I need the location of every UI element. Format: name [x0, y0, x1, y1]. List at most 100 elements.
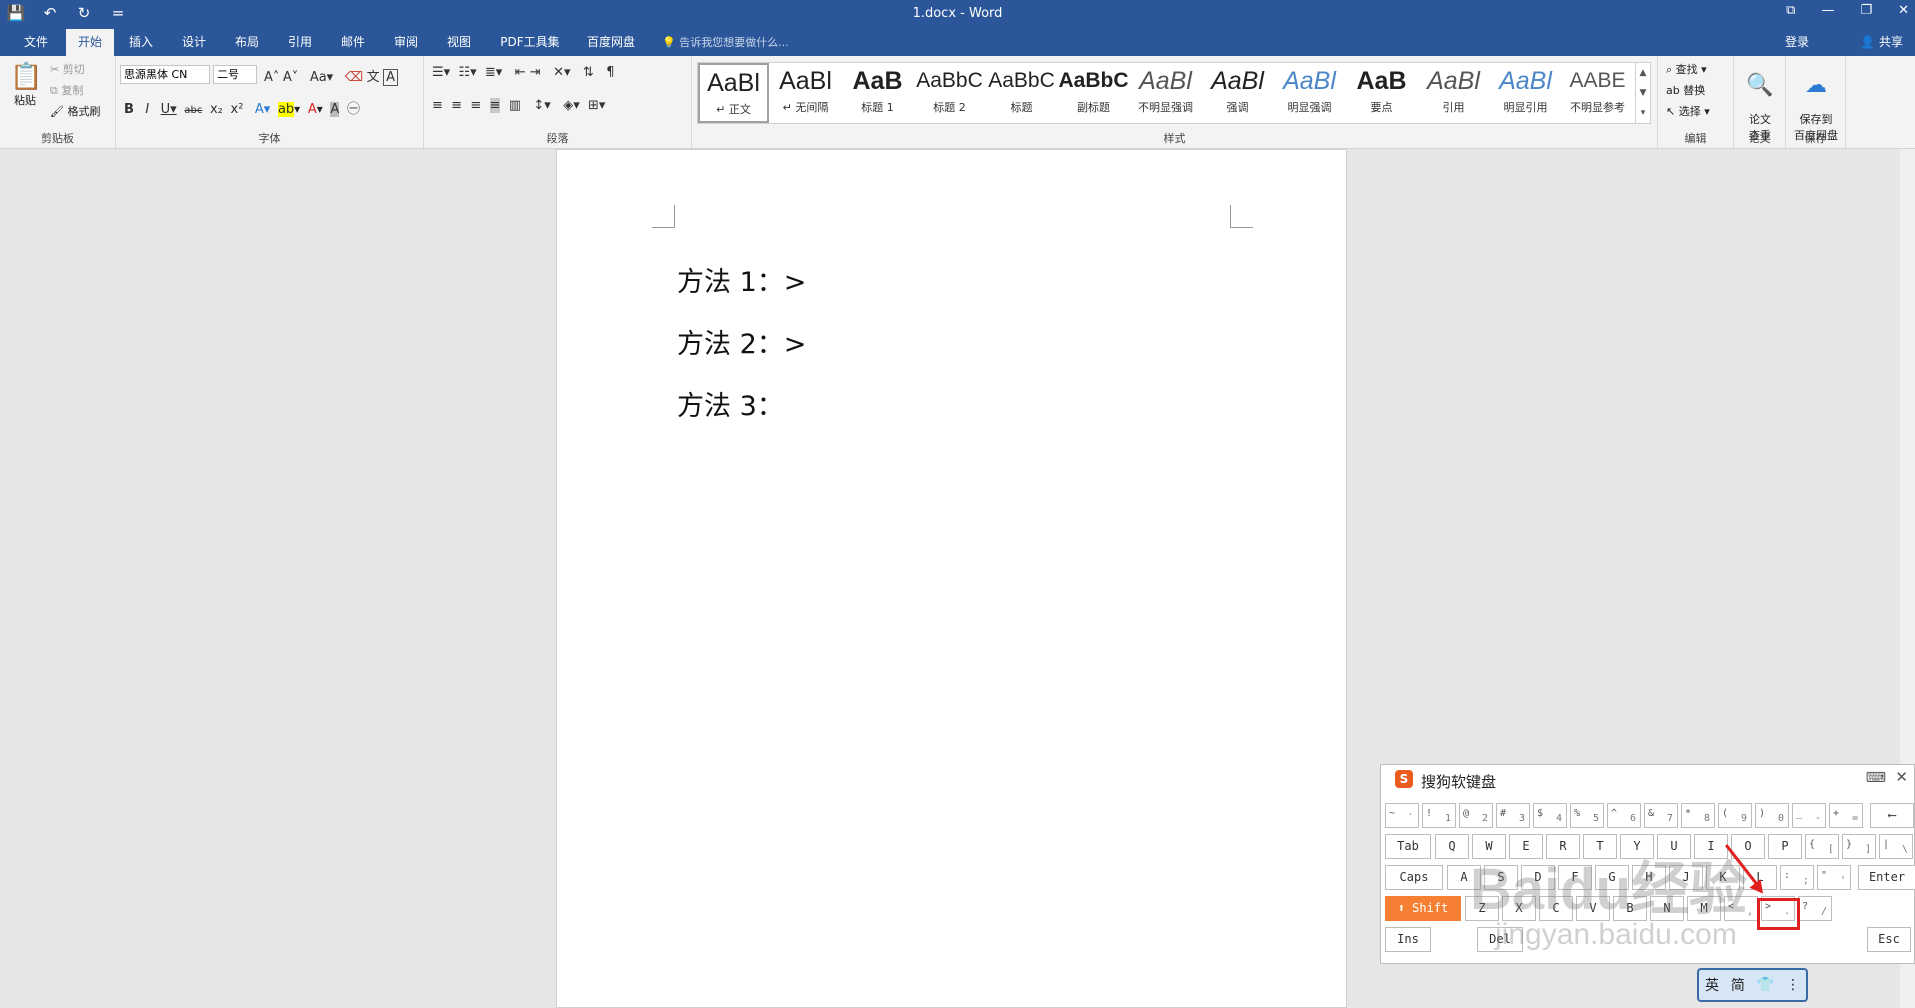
- sort-icon[interactable]: ⇅: [583, 65, 594, 80]
- tell-me-search[interactable]: 💡 告诉我您想要做什么...: [662, 29, 789, 56]
- style-subtle-emphasis[interactable]: AaBl 不明显强调: [1130, 63, 1201, 123]
- tab-design[interactable]: 设计: [170, 29, 218, 56]
- minimize-icon[interactable]: —: [1821, 3, 1834, 18]
- grow-font-icon[interactable]: A˄: [264, 70, 279, 85]
- key-10[interactable]: (9: [1718, 803, 1752, 828]
- share-button[interactable]: 👤 共享: [1860, 29, 1903, 56]
- phonetic-guide-icon[interactable]: 文: [367, 66, 380, 85]
- paste-button[interactable]: 📋 粘贴: [10, 62, 42, 108]
- font-size-combo[interactable]: 二号: [213, 65, 257, 84]
- style-strong[interactable]: AaB 要点: [1346, 63, 1417, 123]
- ribbon-display-icon[interactable]: ⧉: [1786, 3, 1795, 18]
- key-angle-2[interactable]: ? /: [1798, 896, 1832, 921]
- key-enter[interactable]: Enter: [1858, 865, 1915, 890]
- char-shading-icon[interactable]: A: [330, 102, 340, 117]
- align-right-icon[interactable]: ≡: [470, 98, 481, 113]
- close-icon[interactable]: ✕: [1898, 3, 1909, 18]
- key-4[interactable]: #3: [1496, 803, 1530, 828]
- show-marks-icon[interactable]: ¶: [606, 65, 614, 80]
- style-heading-1[interactable]: AaB 标题 1: [842, 63, 913, 123]
- bold-icon[interactable]: B: [124, 102, 134, 117]
- underline-icon[interactable]: U▾: [161, 102, 177, 117]
- shading-icon[interactable]: ◈▾: [563, 98, 580, 113]
- style-emphasis[interactable]: AaBl 强调: [1202, 63, 1273, 123]
- decrease-indent-icon[interactable]: ⇤: [515, 65, 526, 80]
- borders-icon[interactable]: ⊞▾: [588, 98, 605, 113]
- key-p[interactable]: P: [1768, 834, 1802, 859]
- tab-insert[interactable]: 插入: [117, 29, 165, 56]
- key-bracket-1[interactable]: }]: [1842, 834, 1876, 859]
- ime-simplified-toggle[interactable]: 简: [1731, 975, 1745, 995]
- key-1[interactable]: ~ `: [1385, 803, 1419, 828]
- font-name-combo[interactable]: 思源黑体 CN: [120, 65, 210, 84]
- key-8[interactable]: & 7: [1644, 803, 1678, 828]
- key-punct-0[interactable]: :;: [1780, 865, 1814, 890]
- change-case-icon[interactable]: Aa▾: [310, 70, 333, 85]
- key-bracket-0[interactable]: {[: [1805, 834, 1839, 859]
- document-page[interactable]: 方法 1：> 方法 2：> 方法 3：: [556, 149, 1347, 1008]
- shrink-font-icon[interactable]: A˅: [283, 70, 298, 85]
- key-2[interactable]: ! 1: [1422, 803, 1456, 828]
- char-border-icon[interactable]: A: [383, 69, 399, 86]
- style-heading-2[interactable]: AaBbC 标题 2: [914, 63, 985, 123]
- style-no-spacing[interactable]: AaBl ↵ 无间隔: [770, 63, 841, 123]
- highlight-icon[interactable]: ab: [277, 102, 295, 117]
- style-quote[interactable]: AaBl 引用: [1418, 63, 1489, 123]
- tab-review[interactable]: 审阅: [382, 29, 430, 56]
- subscript-icon[interactable]: x₂: [210, 102, 223, 117]
- copy-button[interactable]: ⧉ 复制: [50, 82, 83, 98]
- tab-pdf-tools[interactable]: PDF工具集: [490, 29, 570, 56]
- italic-icon[interactable]: I: [145, 102, 149, 117]
- chinese-layout-icon[interactable]: ✕▾: [553, 65, 570, 80]
- key-punct-1[interactable]: " ': [1817, 865, 1851, 890]
- style-subtitle[interactable]: AaBbC 副标题: [1058, 63, 1129, 123]
- key-5[interactable]: $4: [1533, 803, 1567, 828]
- tab-layout[interactable]: 布局: [223, 29, 271, 56]
- multilevel-list-icon[interactable]: ≣▾: [485, 65, 502, 80]
- find-button[interactable]: ⌕ 查找 ▾: [1666, 61, 1707, 77]
- key-11[interactable]: ) 0: [1755, 803, 1789, 828]
- style-title[interactable]: AaBbC 标题: [986, 63, 1057, 123]
- tab-references[interactable]: 引用: [276, 29, 324, 56]
- line-spacing-icon[interactable]: ↕▾: [533, 98, 550, 113]
- key-13[interactable]: + =: [1829, 803, 1863, 828]
- key-ins[interactable]: Ins: [1385, 927, 1431, 952]
- tab-view[interactable]: 视图: [435, 29, 483, 56]
- gallery-scroll[interactable]: ▲ ▼ ▾: [1635, 63, 1650, 123]
- key-tab[interactable]: Tab: [1385, 834, 1431, 859]
- style-normal[interactable]: AaBl ↵ 正文: [698, 63, 769, 123]
- text-effects-icon[interactable]: A▾: [255, 102, 270, 117]
- ime-skin-icon[interactable]: 👕: [1757, 977, 1774, 993]
- strikethrough-icon[interactable]: abc: [184, 105, 202, 116]
- key-9[interactable]: * 8: [1681, 803, 1715, 828]
- tab-baidu-netdisk[interactable]: 百度网盘: [576, 29, 646, 56]
- key-bracket-2[interactable]: | \: [1879, 834, 1913, 859]
- clear-format-icon[interactable]: ⌫: [345, 70, 363, 85]
- cut-button[interactable]: ✂ 剪切: [50, 61, 85, 77]
- restore-icon[interactable]: ❐: [1860, 3, 1872, 18]
- keyboard-icon[interactable]: ⌨: [1866, 770, 1886, 786]
- style-intense-emphasis[interactable]: AaBl 明显强调: [1274, 63, 1345, 123]
- enclose-char-icon[interactable]: ㊀: [347, 98, 360, 117]
- numbering-icon[interactable]: ☷▾: [458, 65, 476, 80]
- key-shift[interactable]: ⬆ Shift: [1385, 896, 1461, 921]
- key-6[interactable]: % 5: [1570, 803, 1604, 828]
- distributed-icon[interactable]: ▥: [509, 98, 521, 113]
- align-left-icon[interactable]: ≡: [432, 98, 443, 113]
- key-12[interactable]: _ -: [1792, 803, 1826, 828]
- style-subtle-reference[interactable]: AABE 不明显参考: [1562, 63, 1633, 123]
- sign-in-link[interactable]: 登录: [1785, 29, 1809, 56]
- style-intense-quote[interactable]: AaBl 明显引用: [1490, 63, 1561, 123]
- tab-mailings[interactable]: 邮件: [329, 29, 377, 56]
- key-caps[interactable]: Caps: [1385, 865, 1443, 890]
- increase-indent-icon[interactable]: ⇥: [530, 65, 541, 80]
- ime-english-toggle[interactable]: 英: [1705, 975, 1719, 995]
- format-painter-button[interactable]: 🖌 格式刷: [50, 103, 100, 119]
- justify-icon[interactable]: ≡: [489, 98, 501, 113]
- close-icon[interactable]: ✕: [1895, 768, 1908, 786]
- replace-button[interactable]: ab 替换: [1666, 82, 1705, 98]
- font-color-icon[interactable]: A: [308, 102, 317, 117]
- key-backspace[interactable]: ⟵: [1870, 803, 1914, 828]
- ime-menu-icon[interactable]: ⋮: [1786, 977, 1800, 993]
- key-3[interactable]: @2: [1459, 803, 1493, 828]
